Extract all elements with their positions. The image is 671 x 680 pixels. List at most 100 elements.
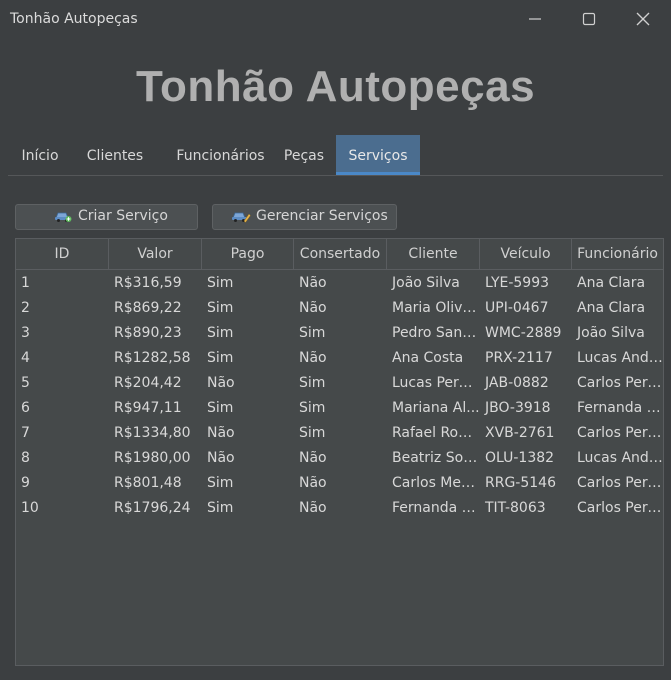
table-row[interactable]: 5 R$204,42 Não Sim Lucas Pereir... JAB-0882 Ca… <box>16 371 663 396</box>
cell-pago: Sim <box>207 400 234 416</box>
cell-consertado: Sim <box>299 425 326 441</box>
column-header-veiculo[interactable]: Veículo <box>480 239 572 269</box>
maximize-icon <box>582 12 596 26</box>
cell-pago: Sim <box>207 325 234 341</box>
cell-funcionario: Lucas Andr... <box>577 350 663 366</box>
cell-cliente: Carlos Men... <box>392 475 480 491</box>
cell-valor: R$1980,00 <box>114 450 191 466</box>
cell-cliente: Ana Costa <box>392 350 464 366</box>
cell-id: 2 <box>21 300 30 316</box>
title-bar: Tonhão Autopeças <box>0 0 671 38</box>
cell-consertado: Não <box>299 475 327 491</box>
cell-veiculo: XVB-2761 <box>485 425 555 441</box>
cell-funcionario: Ana Clara <box>577 275 646 291</box>
car-add-icon <box>54 209 72 227</box>
maximize-button[interactable] <box>562 0 616 38</box>
cell-cliente: João Silva <box>392 275 460 291</box>
cell-id: 9 <box>21 475 30 491</box>
tab-clientes[interactable]: Clientes <box>76 135 154 175</box>
cell-valor: R$1796,24 <box>114 500 191 516</box>
column-header-valor[interactable]: Valor <box>109 239 202 269</box>
cell-consertado: Não <box>299 450 327 466</box>
cell-consertado: Não <box>299 300 327 316</box>
tab-inicio[interactable]: Início <box>8 135 72 175</box>
cell-cliente: Rafael Rodr... <box>392 425 480 441</box>
cell-veiculo: RRG-5146 <box>485 475 556 491</box>
cell-funcionario: Fernanda S... <box>577 400 663 416</box>
cell-id: 4 <box>21 350 30 366</box>
cell-veiculo: OLU-1382 <box>485 450 555 466</box>
cell-valor: R$204,42 <box>114 375 182 391</box>
cell-consertado: Não <box>299 275 327 291</box>
cell-cliente: Mariana Al... <box>392 400 480 416</box>
cell-consertado: Não <box>299 350 327 366</box>
close-button[interactable] <box>616 0 670 38</box>
car-edit-icon <box>231 209 251 227</box>
cell-cliente: Beatriz Sou... <box>392 450 480 466</box>
column-header-funcionario[interactable]: Funcionário <box>572 239 663 269</box>
cell-pago: Sim <box>207 475 234 491</box>
cell-consertado: Sim <box>299 375 326 391</box>
column-header-id[interactable]: ID <box>16 239 109 269</box>
column-header-pago[interactable]: Pago <box>202 239 294 269</box>
column-header-cliente[interactable]: Cliente <box>387 239 480 269</box>
cell-id: 7 <box>21 425 30 441</box>
table-row[interactable]: 8 R$1980,00 Não Não Beatriz Sou... OLU-1382 Lu… <box>16 446 663 471</box>
cell-pago: Não <box>207 375 235 391</box>
table-row[interactable]: 1 R$316,59 Sim Não João Silva LYE-5993 Ana Cla… <box>16 271 663 296</box>
cell-pago: Sim <box>207 275 234 291</box>
create-service-label: Criar Serviço <box>78 208 168 224</box>
close-icon <box>636 12 650 26</box>
cell-veiculo: JAB-0882 <box>485 375 549 391</box>
window-title: Tonhão Autopeças <box>10 11 138 27</box>
cell-consertado: Não <box>299 500 327 516</box>
table-row[interactable]: 2 R$869,22 Sim Não Maria Olive... UPI-0467 Ana… <box>16 296 663 321</box>
cell-id: 8 <box>21 450 30 466</box>
tab-funcionarios[interactable]: Funcionários <box>158 135 283 175</box>
cell-pago: Sim <box>207 300 234 316</box>
cell-pago: Não <box>207 425 235 441</box>
cell-funcionario: Lucas Andr... <box>577 450 663 466</box>
cell-veiculo: TIT-8063 <box>485 500 546 516</box>
cell-id: 6 <box>21 400 30 416</box>
services-table[interactable]: ID Valor Pago Consertado Cliente Veículo… <box>15 238 664 666</box>
app-heading: Tonhão Autopeças <box>135 62 536 111</box>
table-row[interactable]: 3 R$890,23 Sim Sim Pedro Sant... WMC-2889 João… <box>16 321 663 346</box>
cell-valor: R$801,48 <box>114 475 182 491</box>
minimize-icon <box>529 18 541 20</box>
cell-veiculo: WMC-2889 <box>485 325 562 341</box>
cell-cliente: Fernanda L... <box>392 500 480 516</box>
table-row[interactable]: 9 R$801,48 Sim Não Carlos Men... RRG-5146 Carl… <box>16 471 663 496</box>
cell-cliente: Maria Olive... <box>392 300 480 316</box>
table-row[interactable]: 7 R$1334,80 Não Sim Rafael Rodr... XVB-2761 Ca… <box>16 421 663 446</box>
cell-valor: R$1282,58 <box>114 350 191 366</box>
cell-id: 3 <box>21 325 30 341</box>
cell-funcionario: Ana Clara <box>577 300 646 316</box>
cell-id: 10 <box>21 500 39 516</box>
cell-pago: Sim <box>207 350 234 366</box>
create-service-button[interactable]: Criar Serviço <box>15 204 198 230</box>
manage-services-button[interactable]: Gerenciar Serviços <box>212 204 397 230</box>
cell-cliente: Pedro Sant... <box>392 325 480 341</box>
cell-id: 1 <box>21 275 30 291</box>
table-row[interactable]: 10 R$1796,24 Sim Não Fernanda L... TIT-8063 Ca… <box>16 496 663 521</box>
tab-pecas[interactable]: Peças <box>274 135 334 175</box>
manage-services-label: Gerenciar Serviços <box>256 208 388 224</box>
tab-servicos[interactable]: Serviços <box>336 135 420 175</box>
cell-valor: R$890,23 <box>114 325 182 341</box>
cell-valor: R$947,11 <box>114 400 182 416</box>
table-row[interactable]: 6 R$947,11 Sim Sim Mariana Al... JBO-3918 Fern… <box>16 396 663 421</box>
table-header: ID Valor Pago Consertado Cliente Veículo… <box>16 239 663 270</box>
column-header-consertado[interactable]: Consertado <box>294 239 387 269</box>
cell-pago: Sim <box>207 500 234 516</box>
cell-veiculo: JBO-3918 <box>485 400 551 416</box>
minimize-button[interactable] <box>508 0 562 38</box>
cell-veiculo: UPI-0467 <box>485 300 549 316</box>
cell-funcionario: João Silva <box>577 325 645 341</box>
cell-valor: R$1334,80 <box>114 425 191 441</box>
table-row[interactable]: 4 R$1282,58 Sim Não Ana Costa PRX-2117 Lucas A… <box>16 346 663 371</box>
cell-valor: R$869,22 <box>114 300 182 316</box>
cell-pago: Não <box>207 450 235 466</box>
cell-cliente: Lucas Pereir... <box>392 375 480 391</box>
cell-valor: R$316,59 <box>114 275 182 291</box>
